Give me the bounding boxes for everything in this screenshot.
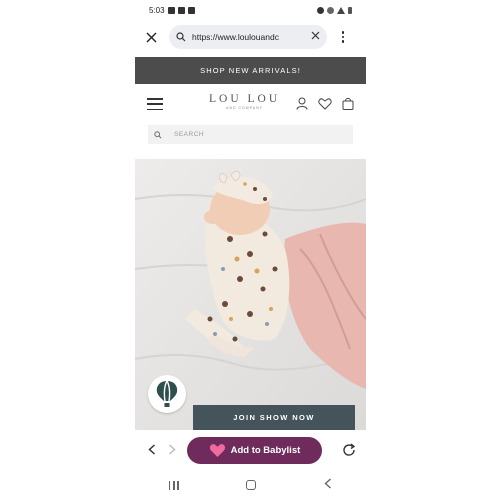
logo-sub-text: AND COMPANY (226, 106, 263, 110)
forward-button[interactable] (165, 443, 179, 458)
join-show-now-button[interactable]: JOIN SHOW NOW (193, 405, 355, 430)
status-left: 5:03 (149, 6, 195, 15)
chevron-left-icon (324, 478, 332, 489)
hot-air-balloon-icon (156, 380, 178, 407)
chevron-right-icon (168, 443, 176, 455)
join-button-label: JOIN SHOW NOW (233, 413, 315, 422)
home-button[interactable] (246, 480, 257, 490)
add-to-babylist-button[interactable]: Add to Babylist (186, 436, 323, 464)
site-search-input[interactable]: SEARCH (148, 125, 353, 144)
site-logo[interactable]: LOU LOU AND COMPANY (209, 93, 280, 110)
promo-text: SHOP NEW ARRIVALS! (200, 66, 301, 75)
wifi-icon (327, 6, 334, 14)
search-icon (154, 130, 162, 139)
signal-icon (337, 6, 345, 14)
refresh-icon (343, 443, 356, 456)
browser-address-bar: https://www.loulouandc (135, 20, 366, 54)
close-icon (146, 32, 156, 42)
youtube-icon (167, 6, 175, 14)
browser-menu-button[interactable] (337, 27, 349, 47)
search-placeholder: SEARCH (174, 131, 205, 138)
kebab-dot (341, 31, 345, 34)
close-icon (311, 31, 319, 40)
url-text: https://www.loulouandc (192, 32, 279, 42)
account-icon[interactable] (296, 97, 308, 110)
wishlist-heart-icon[interactable] (318, 97, 332, 110)
brand-balloon-badge[interactable] (148, 375, 186, 413)
logo-main-text: LOU LOU (209, 93, 281, 105)
phone-screen: 5:03 https://www.loulouandc SHOP NEW ARR… (135, 0, 366, 500)
app-notification-icon (177, 6, 185, 14)
battery-icon (348, 6, 352, 14)
shopping-bag-icon[interactable] (342, 97, 354, 110)
url-field[interactable]: https://www.loulouandc (169, 25, 327, 49)
close-tab-button[interactable] (141, 27, 161, 47)
hamburger-menu-icon[interactable] (147, 98, 163, 110)
system-back-button[interactable] (324, 478, 332, 492)
status-time: 5:03 (149, 5, 165, 15)
refresh-button[interactable] (342, 443, 356, 457)
babylist-label: Add to Babylist (230, 444, 301, 456)
heart-icon (209, 443, 226, 458)
chevron-left-icon (148, 443, 155, 455)
kebab-dot (341, 40, 345, 43)
clear-url-button[interactable] (309, 31, 321, 43)
site-header: LOU LOU AND COMPANY (135, 88, 366, 120)
status-bar: 5:03 (135, 0, 366, 20)
status-right (317, 6, 352, 14)
kebab-dot (341, 35, 345, 39)
back-button[interactable] (145, 443, 159, 458)
search-icon (175, 31, 187, 43)
image-notification-icon (187, 6, 195, 14)
browser-bottom-bar: Add to Babylist (135, 430, 366, 470)
header-icons (296, 97, 354, 110)
recent-apps-button[interactable] (168, 480, 179, 490)
promo-banner[interactable]: SHOP NEW ARRIVALS! (135, 57, 366, 84)
alarm-icon (317, 6, 324, 14)
android-navigation-bar (135, 472, 366, 498)
